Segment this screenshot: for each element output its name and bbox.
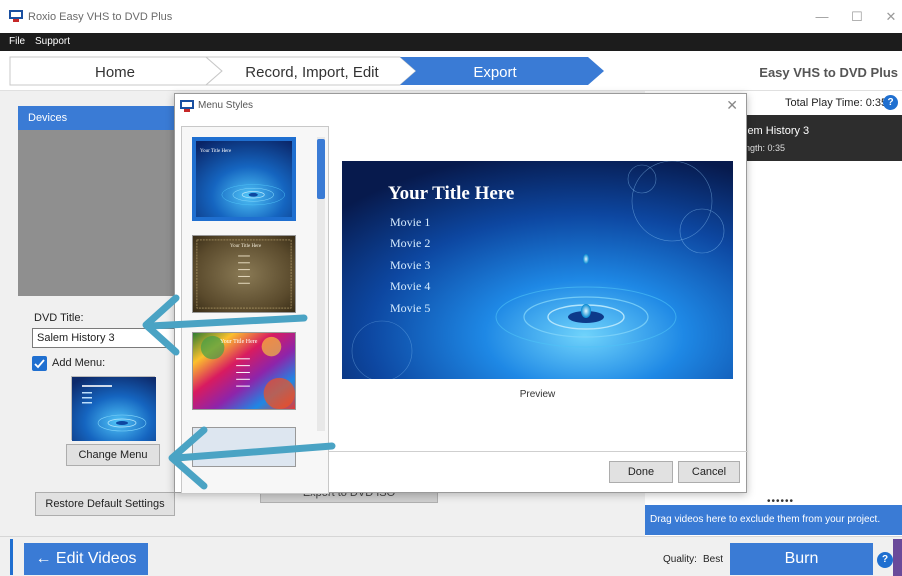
burn-button[interactable]: Burn: [730, 543, 873, 575]
dialog-title: Menu Styles: [198, 100, 254, 111]
roxio-app-icon: [180, 100, 194, 112]
brand-label: Easy VHS to DVD Plus: [759, 65, 898, 80]
nav-step-home[interactable]: Home: [60, 64, 170, 81]
preview-movie-item: Movie 2: [390, 236, 431, 250]
style-list-scrollbar[interactable]: [317, 137, 325, 431]
change-menu-button[interactable]: Change Menu: [66, 444, 160, 466]
app-window: Roxio Easy VHS to DVD Plus — ☐ ✕ File Su…: [0, 0, 902, 576]
minimize-button[interactable]: —: [811, 7, 833, 27]
project-name: lem History 3: [745, 125, 810, 137]
menu-styles-dialog: Menu Styles ✕ Your Title Here Your Title…: [174, 93, 748, 494]
add-menu-label: Add Menu:: [52, 357, 106, 369]
menu-bar: File Support: [0, 33, 902, 51]
project-length: ngth: 0:35: [745, 143, 786, 153]
window-title: Roxio Easy VHS to DVD Plus: [28, 11, 173, 23]
cancel-button[interactable]: Cancel: [678, 461, 740, 483]
preview-label: Preview: [519, 389, 556, 400]
menu-preview: Your Title Here Movie 1 Movie 2 Movie 3 …: [342, 161, 733, 379]
menu-support[interactable]: Support: [35, 36, 70, 47]
nav-step-export[interactable]: Export: [430, 64, 560, 81]
corner-accent: [893, 539, 902, 576]
preview-movie-item: Movie 1: [390, 215, 431, 229]
selected-menu-thumbnail: [71, 376, 156, 441]
edit-videos-button[interactable]: ← Edit Videos: [24, 543, 148, 575]
help-icon[interactable]: ?: [877, 552, 893, 568]
style-thumb-title: Your Title Here: [230, 244, 262, 249]
preview-movie-item: Movie 5: [390, 301, 431, 315]
style-thumb-title: Your Title Here: [200, 149, 232, 154]
preview-movie-item: Movie 4: [390, 279, 431, 293]
help-icon[interactable]: ?: [883, 95, 898, 110]
menu-file[interactable]: File: [9, 36, 25, 47]
preview-movie-item: Movie 3: [390, 258, 431, 272]
devices-header: Devices: [18, 106, 174, 130]
roxio-app-icon: [9, 10, 23, 22]
title-bar: Roxio Easy VHS to DVD Plus — ☐ ✕: [0, 0, 902, 33]
device-list[interactable]: [18, 130, 174, 296]
dialog-divider: [329, 451, 748, 452]
quality-label: Quality:: [663, 554, 697, 565]
close-window-button[interactable]: ✕: [880, 7, 902, 27]
add-menu-checkbox[interactable]: [32, 356, 47, 371]
total-play-time: Total Play Time: 0:35: [785, 97, 888, 109]
close-icon[interactable]: ✕: [726, 97, 738, 114]
checkmark-icon: [34, 359, 45, 369]
dvd-title-label: DVD Title:: [34, 312, 84, 324]
style-thumb-title: Your Title Here: [220, 339, 258, 345]
done-button[interactable]: Done: [609, 461, 673, 483]
maximize-button[interactable]: ☐: [846, 7, 868, 27]
step-navigation: Home Record, Import, Edit Export Easy VH…: [0, 51, 902, 91]
project-card[interactable]: lem History 3 ngth: 0:35: [745, 115, 902, 161]
footer-accent: [10, 539, 13, 575]
dvd-title-input[interactable]: [32, 328, 182, 348]
restore-defaults-button[interactable]: Restore Default Settings: [35, 492, 175, 516]
quality-value[interactable]: Best: [703, 554, 723, 565]
menu-style-list[interactable]: Your Title Here Your Title Here Your Tit…: [181, 126, 329, 494]
scrollbar-thumb[interactable]: [317, 139, 325, 199]
left-panel: Devices DVD Title: Add Menu:: [18, 106, 182, 531]
exclude-drop-zone[interactable]: Drag videos here to exclude them from yo…: [645, 505, 902, 535]
footer-bar: ← Edit Videos Quality: Best Burn ?: [0, 536, 902, 576]
nav-step-record[interactable]: Record, Import, Edit: [222, 64, 402, 81]
preview-title: Your Title Here: [388, 183, 515, 204]
menu-style-item[interactable]: [192, 427, 296, 467]
